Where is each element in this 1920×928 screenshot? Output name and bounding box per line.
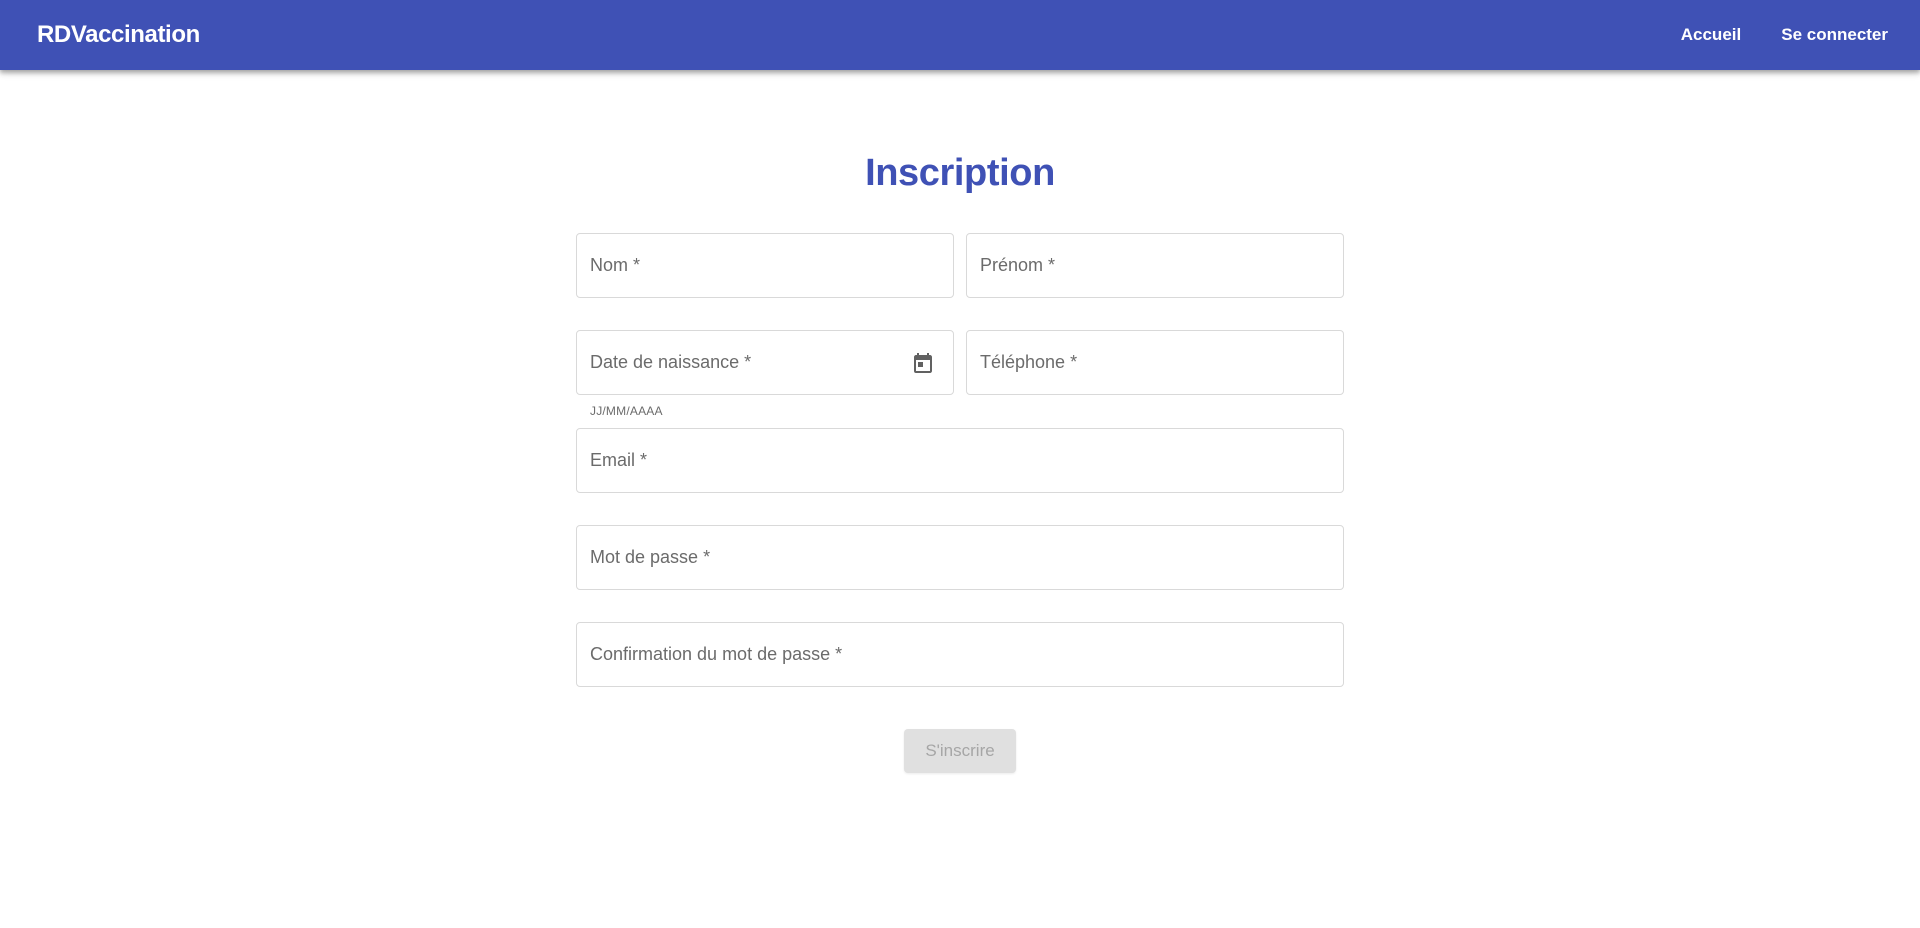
sinscrire-button[interactable]: S'inscrire: [904, 729, 1016, 773]
mot-de-passe-input[interactable]: [577, 526, 1343, 589]
prenom-field: [966, 233, 1344, 298]
nom-field: [576, 233, 954, 298]
telephone-input[interactable]: [967, 331, 1343, 394]
page-title: Inscription: [865, 152, 1055, 194]
nav-link-accueil[interactable]: Accueil: [1681, 17, 1741, 53]
prenom-input[interactable]: [967, 234, 1343, 297]
email-field: [576, 428, 1344, 493]
telephone-field: [966, 330, 1344, 395]
brand-logo-text[interactable]: RDVaccination: [37, 21, 200, 49]
confirmation-mot-de-passe-field: [576, 622, 1344, 687]
top-navbar: RDVaccination Accueil Se connecter: [0, 0, 1920, 70]
nav-link-se-connecter[interactable]: Se connecter: [1781, 17, 1888, 53]
nom-input[interactable]: [577, 234, 953, 297]
mot-de-passe-field: [576, 525, 1344, 590]
nav-links: Accueil Se connecter: [1641, 17, 1888, 53]
date-format-hint: JJ/MM/AAAA: [590, 404, 663, 418]
date-naissance-input[interactable]: [577, 331, 953, 394]
date-naissance-field: [576, 330, 954, 395]
email-input[interactable]: [577, 429, 1343, 492]
calendar-icon[interactable]: [911, 351, 935, 375]
confirmation-mot-de-passe-input[interactable]: [577, 623, 1343, 686]
